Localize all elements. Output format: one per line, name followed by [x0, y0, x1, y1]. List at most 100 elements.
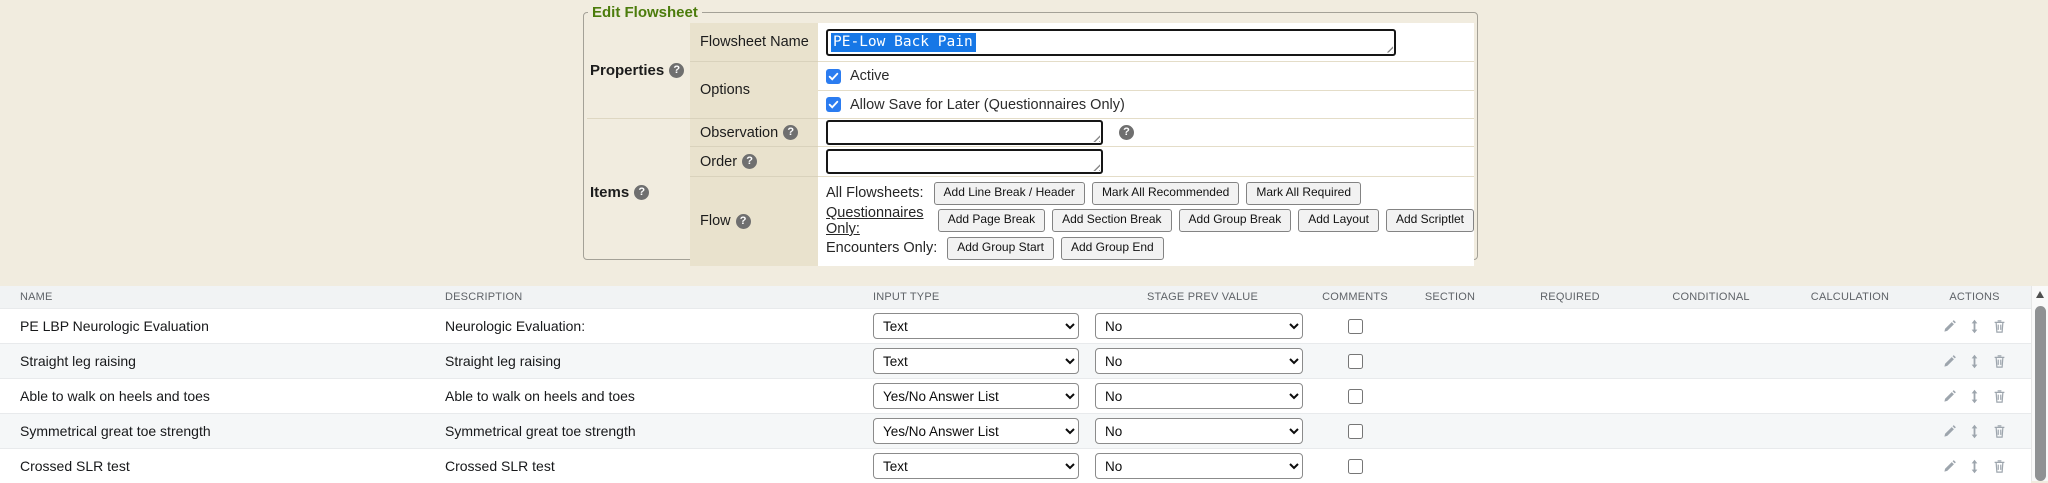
properties-section-label: Properties ?: [587, 23, 690, 119]
mark-all-recommended-button[interactable]: Mark All Recommended: [1092, 182, 1239, 205]
add-layout-button[interactable]: Add Layout: [1298, 209, 1379, 232]
add-page-break-button[interactable]: Add Page Break: [938, 209, 1045, 232]
delete-trash-icon[interactable]: [1992, 424, 2007, 439]
encounters-only-label: Encounters Only:: [826, 240, 937, 256]
item-description: Able to walk on heels and toes: [443, 388, 873, 404]
flow-label-text: Flow: [700, 213, 731, 229]
add-scriptlet-button[interactable]: Add Scriptlet: [1386, 209, 1474, 232]
active-checkbox-label: Active: [850, 68, 890, 84]
help-icon[interactable]: ?: [783, 125, 798, 140]
move-updown-icon[interactable]: [1967, 319, 1982, 334]
edit-pencil-icon[interactable]: [1942, 319, 1957, 334]
observation-label: Observation ?: [690, 119, 818, 147]
add-group-start-button[interactable]: Add Group Start: [947, 237, 1054, 260]
questionnaires-only-label: Questionnaires Only:: [826, 205, 928, 237]
flowsheet-name-input[interactable]: PE-Low Back Pain: [826, 29, 1396, 56]
table-row: Crossed SLR test Crossed SLR test Text N…: [0, 448, 2031, 483]
add-group-break-button[interactable]: Add Group Break: [1179, 209, 1292, 232]
input-type-select[interactable]: Yes/No Answer List: [873, 418, 1079, 444]
flowsheet-name-cell: PE-Low Back Pain: [818, 23, 1474, 62]
up-arrow-icon: [2036, 291, 2044, 298]
edit-pencil-icon[interactable]: [1942, 459, 1957, 474]
scrollbar-thumb[interactable]: [2035, 306, 2046, 481]
edit-pencil-icon[interactable]: [1942, 424, 1957, 439]
add-group-end-button[interactable]: Add Group End: [1061, 237, 1164, 260]
comments-checkbox[interactable]: [1348, 354, 1363, 369]
move-updown-icon[interactable]: [1967, 389, 1982, 404]
delete-trash-icon[interactable]: [1992, 389, 2007, 404]
column-header-required: REQUIRED: [1500, 291, 1640, 303]
input-type-select[interactable]: Text: [873, 453, 1079, 479]
flow-line-encounters: Encounters Only: Add Group Start Add Gro…: [826, 237, 1164, 260]
delete-trash-icon[interactable]: [1992, 459, 2007, 474]
item-description: Symmetrical great toe strength: [443, 423, 873, 439]
items-label-text: Items: [590, 184, 629, 201]
add-section-break-button[interactable]: Add Section Break: [1052, 209, 1171, 232]
comments-checkbox[interactable]: [1348, 459, 1363, 474]
column-header-actions: ACTIONS: [1918, 291, 2031, 303]
stage-prev-value-select[interactable]: No: [1095, 348, 1303, 374]
help-icon[interactable]: ?: [742, 154, 757, 169]
comments-checkbox[interactable]: [1348, 389, 1363, 404]
flowsheet-name-label: Flowsheet Name: [690, 23, 818, 62]
column-header-section: SECTION: [1400, 291, 1500, 303]
panel-legend: Edit Flowsheet: [588, 4, 702, 21]
add-line-break-header-button[interactable]: Add Line Break / Header: [934, 182, 1085, 205]
option-save-later-cell: Allow Save for Later (Questionnaires Onl…: [818, 91, 1474, 119]
move-updown-icon[interactable]: [1967, 459, 1982, 474]
scrollbar-up-button[interactable]: [2032, 286, 2048, 303]
check-icon: [828, 71, 839, 82]
item-name: Able to walk on heels and toes: [0, 388, 443, 404]
input-type-select[interactable]: Text: [873, 313, 1079, 339]
all-flowsheets-label: All Flowsheets:: [826, 185, 924, 201]
column-header-stage-prev-value: STAGE PREV VALUE: [1095, 291, 1310, 303]
help-icon[interactable]: ?: [669, 63, 684, 78]
selected-text: PE-Low Back Pain: [831, 33, 976, 52]
item-description: Neurologic Evaluation:: [443, 318, 873, 334]
item-name: Crossed SLR test: [0, 458, 443, 474]
column-header-name: NAME: [0, 291, 443, 303]
observation-label-text: Observation: [700, 125, 778, 141]
table-row: PE LBP Neurologic Evaluation Neurologic …: [0, 308, 2031, 343]
item-description: Crossed SLR test: [443, 458, 873, 474]
input-type-select[interactable]: Text: [873, 348, 1079, 374]
active-checkbox[interactable]: [826, 69, 841, 84]
stage-prev-value-select[interactable]: No: [1095, 453, 1303, 479]
help-icon[interactable]: ?: [736, 214, 751, 229]
item-description: Straight leg raising: [443, 353, 873, 369]
input-type-select[interactable]: Yes/No Answer List: [873, 383, 1079, 409]
edit-pencil-icon[interactable]: [1942, 354, 1957, 369]
comments-checkbox[interactable]: [1348, 424, 1363, 439]
options-label-text: Options: [700, 82, 750, 98]
stage-prev-value-select[interactable]: No: [1095, 418, 1303, 444]
comments-checkbox[interactable]: [1348, 319, 1363, 334]
column-header-input-type: INPUT TYPE: [873, 291, 1095, 303]
flow-label: Flow ?: [690, 177, 818, 266]
items-section-label: Items ?: [587, 119, 690, 266]
order-cell: [818, 147, 1474, 177]
delete-trash-icon[interactable]: [1992, 354, 2007, 369]
table-body: PE LBP Neurologic Evaluation Neurologic …: [0, 308, 2031, 483]
stage-prev-value-select[interactable]: No: [1095, 313, 1303, 339]
stage-prev-value-select[interactable]: No: [1095, 383, 1303, 409]
vertical-scrollbar[interactable]: [2031, 286, 2048, 481]
help-icon[interactable]: ?: [1119, 125, 1134, 140]
help-icon[interactable]: ?: [634, 185, 649, 200]
delete-trash-icon[interactable]: [1992, 319, 2007, 334]
flow-cell: All Flowsheets: Add Line Break / Header …: [818, 177, 1474, 266]
save-for-later-checkbox[interactable]: [826, 97, 841, 112]
mark-all-required-button[interactable]: Mark All Required: [1246, 182, 1361, 205]
item-name: Straight leg raising: [0, 353, 443, 369]
observation-input[interactable]: [826, 120, 1103, 145]
table-row: Straight leg raising Straight leg raisin…: [0, 343, 2031, 378]
flowsheet-name-label-text: Flowsheet Name: [700, 34, 809, 50]
edit-flowsheet-grid: Properties ? Items ? Flowsheet Name PE-L…: [587, 23, 1474, 256]
options-label: Options: [690, 62, 818, 119]
column-header-description: DESCRIPTION: [443, 291, 873, 303]
table-row: Symmetrical great toe strength Symmetric…: [0, 413, 2031, 448]
column-header-conditional: CONDITIONAL: [1640, 291, 1782, 303]
move-updown-icon[interactable]: [1967, 354, 1982, 369]
move-updown-icon[interactable]: [1967, 424, 1982, 439]
order-input[interactable]: [826, 149, 1103, 174]
edit-pencil-icon[interactable]: [1942, 389, 1957, 404]
